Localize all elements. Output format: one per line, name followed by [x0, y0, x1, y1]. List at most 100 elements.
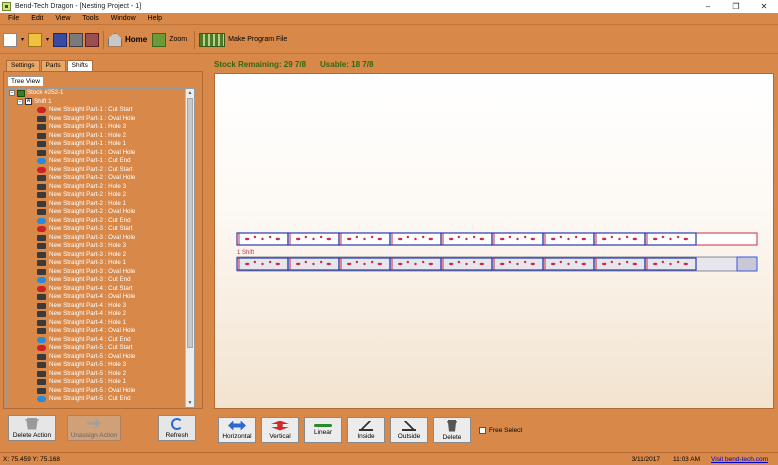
menu-view[interactable]: View	[49, 15, 76, 22]
zoom-button-label[interactable]: Zoom	[169, 36, 187, 43]
maximize-button[interactable]: ❐	[722, 0, 750, 13]
tab-shifts[interactable]: Shifts	[66, 60, 93, 71]
website-link[interactable]: Visit bend-tech.com	[711, 456, 768, 463]
nesting-canvas[interactable]: 1 Shift	[214, 73, 774, 409]
tree-action-row[interactable]: New Straight Part-1 : Cut End	[7, 157, 194, 166]
tree-scrollbar[interactable]: ▲ ▼	[185, 89, 194, 407]
tree-action-row[interactable]: New Straight Part-3 : Oval Hole	[7, 234, 194, 243]
part-hole	[530, 262, 535, 266]
vertical-button[interactable]: Vertical	[261, 417, 299, 443]
menu-window[interactable]: Window	[105, 15, 142, 22]
horizontal-button[interactable]: Horizontal	[218, 417, 256, 443]
collapse-icon[interactable]: −	[17, 98, 23, 105]
tree-action-row[interactable]: New Straight Part-4 : Oval Hole	[7, 327, 194, 336]
tree-action-label: New Straight Part-1 : Hole 1	[49, 140, 127, 147]
unassign-action-button[interactable]: Unassign Action	[67, 415, 121, 441]
tree-action-row[interactable]: New Straight Part-1 : Oval Hole	[7, 115, 194, 124]
tree-action-row[interactable]: New Straight Part-2 : Hole 1	[7, 200, 194, 209]
home-icon[interactable]	[108, 32, 122, 47]
part-hole	[559, 260, 563, 264]
tree-action-row[interactable]: New Straight Part-5 : Hole 2	[7, 370, 194, 379]
tree-action-row[interactable]: New Straight Part-2 : Oval Hole	[7, 208, 194, 217]
tree-action-row[interactable]: New Straight Part-4 : Oval Hole	[7, 293, 194, 302]
tree-action-row[interactable]: New Straight Part-4 : Cut Start	[7, 285, 194, 294]
tree-action-row[interactable]: New Straight Part-3 : Cut Start	[7, 225, 194, 234]
minimize-button[interactable]: –	[694, 0, 722, 13]
delete-action-button[interactable]: Delete Action	[8, 415, 56, 441]
free-select-checkbox[interactable]	[479, 426, 486, 434]
part-hole	[312, 262, 315, 266]
part-hole	[465, 262, 468, 266]
shift-tree[interactable]: − Stock #252-1 − A Shift 1 New Straight …	[6, 88, 195, 408]
linear-button[interactable]: Linear	[304, 417, 342, 443]
tab-settings[interactable]: Settings	[6, 60, 40, 71]
tree-action-row[interactable]: New Straight Part-1 : Hole 2	[7, 132, 194, 141]
shift-end-marker[interactable]	[736, 256, 758, 272]
scroll-up-icon[interactable]: ▲	[186, 89, 194, 97]
menu-tools[interactable]: Tools	[76, 15, 104, 22]
tree-action-row[interactable]: New Straight Part-4 : Hole 3	[7, 302, 194, 311]
part-hole	[428, 262, 433, 266]
menu-file[interactable]: File	[0, 15, 25, 22]
make-program-icon[interactable]	[199, 32, 226, 47]
home-button-label[interactable]: Home	[125, 35, 147, 44]
free-select-option[interactable]: Free Select	[479, 426, 522, 434]
tree-action-row[interactable]: New Straight Part-2 : Hole 3	[7, 183, 194, 192]
outside-button[interactable]: Outside	[390, 417, 428, 443]
print-preview-icon[interactable]	[85, 32, 99, 47]
tab-parts[interactable]: Parts	[40, 60, 66, 71]
scroll-down-icon[interactable]: ▼	[186, 399, 194, 407]
print-icon[interactable]	[69, 32, 83, 47]
save-icon[interactable]	[53, 32, 67, 47]
tree-action-label: New Straight Part-4 : Hole 3	[49, 301, 127, 309]
tree-action-row[interactable]: New Straight Part-3 : Cut End	[7, 276, 194, 285]
refresh-button[interactable]: Refresh	[158, 415, 196, 441]
hole-action-icon	[37, 149, 46, 156]
open-dropdown-icon[interactable]: ▾	[44, 33, 51, 47]
tree-action-row[interactable]: New Straight Part-1 : Cut Start	[7, 106, 194, 115]
tree-action-row[interactable]: New Straight Part-3 : Hole 1	[7, 259, 194, 268]
tab-tree-view[interactable]: Tree View	[7, 76, 44, 86]
collapse-icon[interactable]: −	[9, 90, 15, 97]
tree-action-row[interactable]: New Straight Part-5 : Oval Hole	[7, 387, 194, 396]
tree-action-row[interactable]: New Straight Part-1 : Hole 3	[7, 123, 194, 132]
stock-bar[interactable]	[236, 232, 758, 246]
scroll-thumb[interactable]	[187, 98, 193, 348]
open-folder-icon[interactable]	[28, 32, 42, 47]
menu-edit[interactable]: Edit	[25, 15, 49, 22]
zoom-icon[interactable]	[152, 32, 167, 47]
close-button[interactable]: ✕	[750, 0, 778, 13]
tree-action-row[interactable]: New Straight Part-5 : Cut End	[7, 395, 194, 404]
tree-action-row[interactable]: New Straight Part-4 : Cut End	[7, 336, 194, 345]
shift-bar[interactable]	[236, 256, 738, 272]
tree-action-row[interactable]: New Straight Part-2 : Hole 2	[7, 191, 194, 200]
tree-action-row[interactable]: New Straight Part-3 : Hole 3	[7, 242, 194, 251]
tree-action-row[interactable]: New Straight Part-3 : Hole 2	[7, 251, 194, 260]
tree-action-row[interactable]: New Straight Part-3 : Oval Hole	[7, 268, 194, 277]
stock-summary: Stock Remaining: 29 7/8 Usable: 18 7/8	[214, 60, 373, 72]
tree-action-row[interactable]: New Straight Part-2 : Oval Hole	[7, 174, 194, 183]
tree-action-row[interactable]: New Straight Part-4 : Hole 2	[7, 310, 194, 319]
delete-button[interactable]: Delete	[433, 417, 471, 443]
tree-action-row[interactable]: New Straight Part-2 : Cut End	[7, 217, 194, 226]
tree-action-label: New Straight Part-3 : Cut End	[49, 276, 131, 283]
menu-help[interactable]: Help	[142, 15, 168, 22]
cut-start-icon	[37, 107, 46, 114]
tree-stock-row[interactable]: − Stock #252-1	[7, 89, 194, 98]
tree-action-row[interactable]: New Straight Part-5 : Oval Hole	[7, 353, 194, 362]
part-hole	[625, 235, 629, 239]
tree-action-row[interactable]: New Straight Part-4 : Hole 1	[7, 319, 194, 328]
new-dropdown-icon[interactable]: ▾	[19, 33, 26, 47]
tree-action-row[interactable]: New Straight Part-5 : Hole 3	[7, 361, 194, 370]
inside-button[interactable]: Inside	[347, 417, 385, 443]
tree-action-row[interactable]: New Straight Part-1 : Oval Hole	[7, 149, 194, 158]
tree-action-row[interactable]: New Straight Part-2 : Cut Start	[7, 166, 194, 175]
hole-action-icon	[37, 200, 46, 207]
make-program-button-label[interactable]: Make Program File	[228, 36, 287, 43]
tree-action-row[interactable]: New Straight Part-1 : Hole 1	[7, 140, 194, 149]
hole-action-icon	[37, 192, 46, 199]
tree-action-row[interactable]: New Straight Part-5 : Hole 1	[7, 378, 194, 387]
tree-shift-row[interactable]: − A Shift 1	[7, 98, 194, 107]
tree-action-row[interactable]: New Straight Part-5 : Cut Start	[7, 344, 194, 353]
new-file-icon[interactable]	[3, 32, 17, 47]
